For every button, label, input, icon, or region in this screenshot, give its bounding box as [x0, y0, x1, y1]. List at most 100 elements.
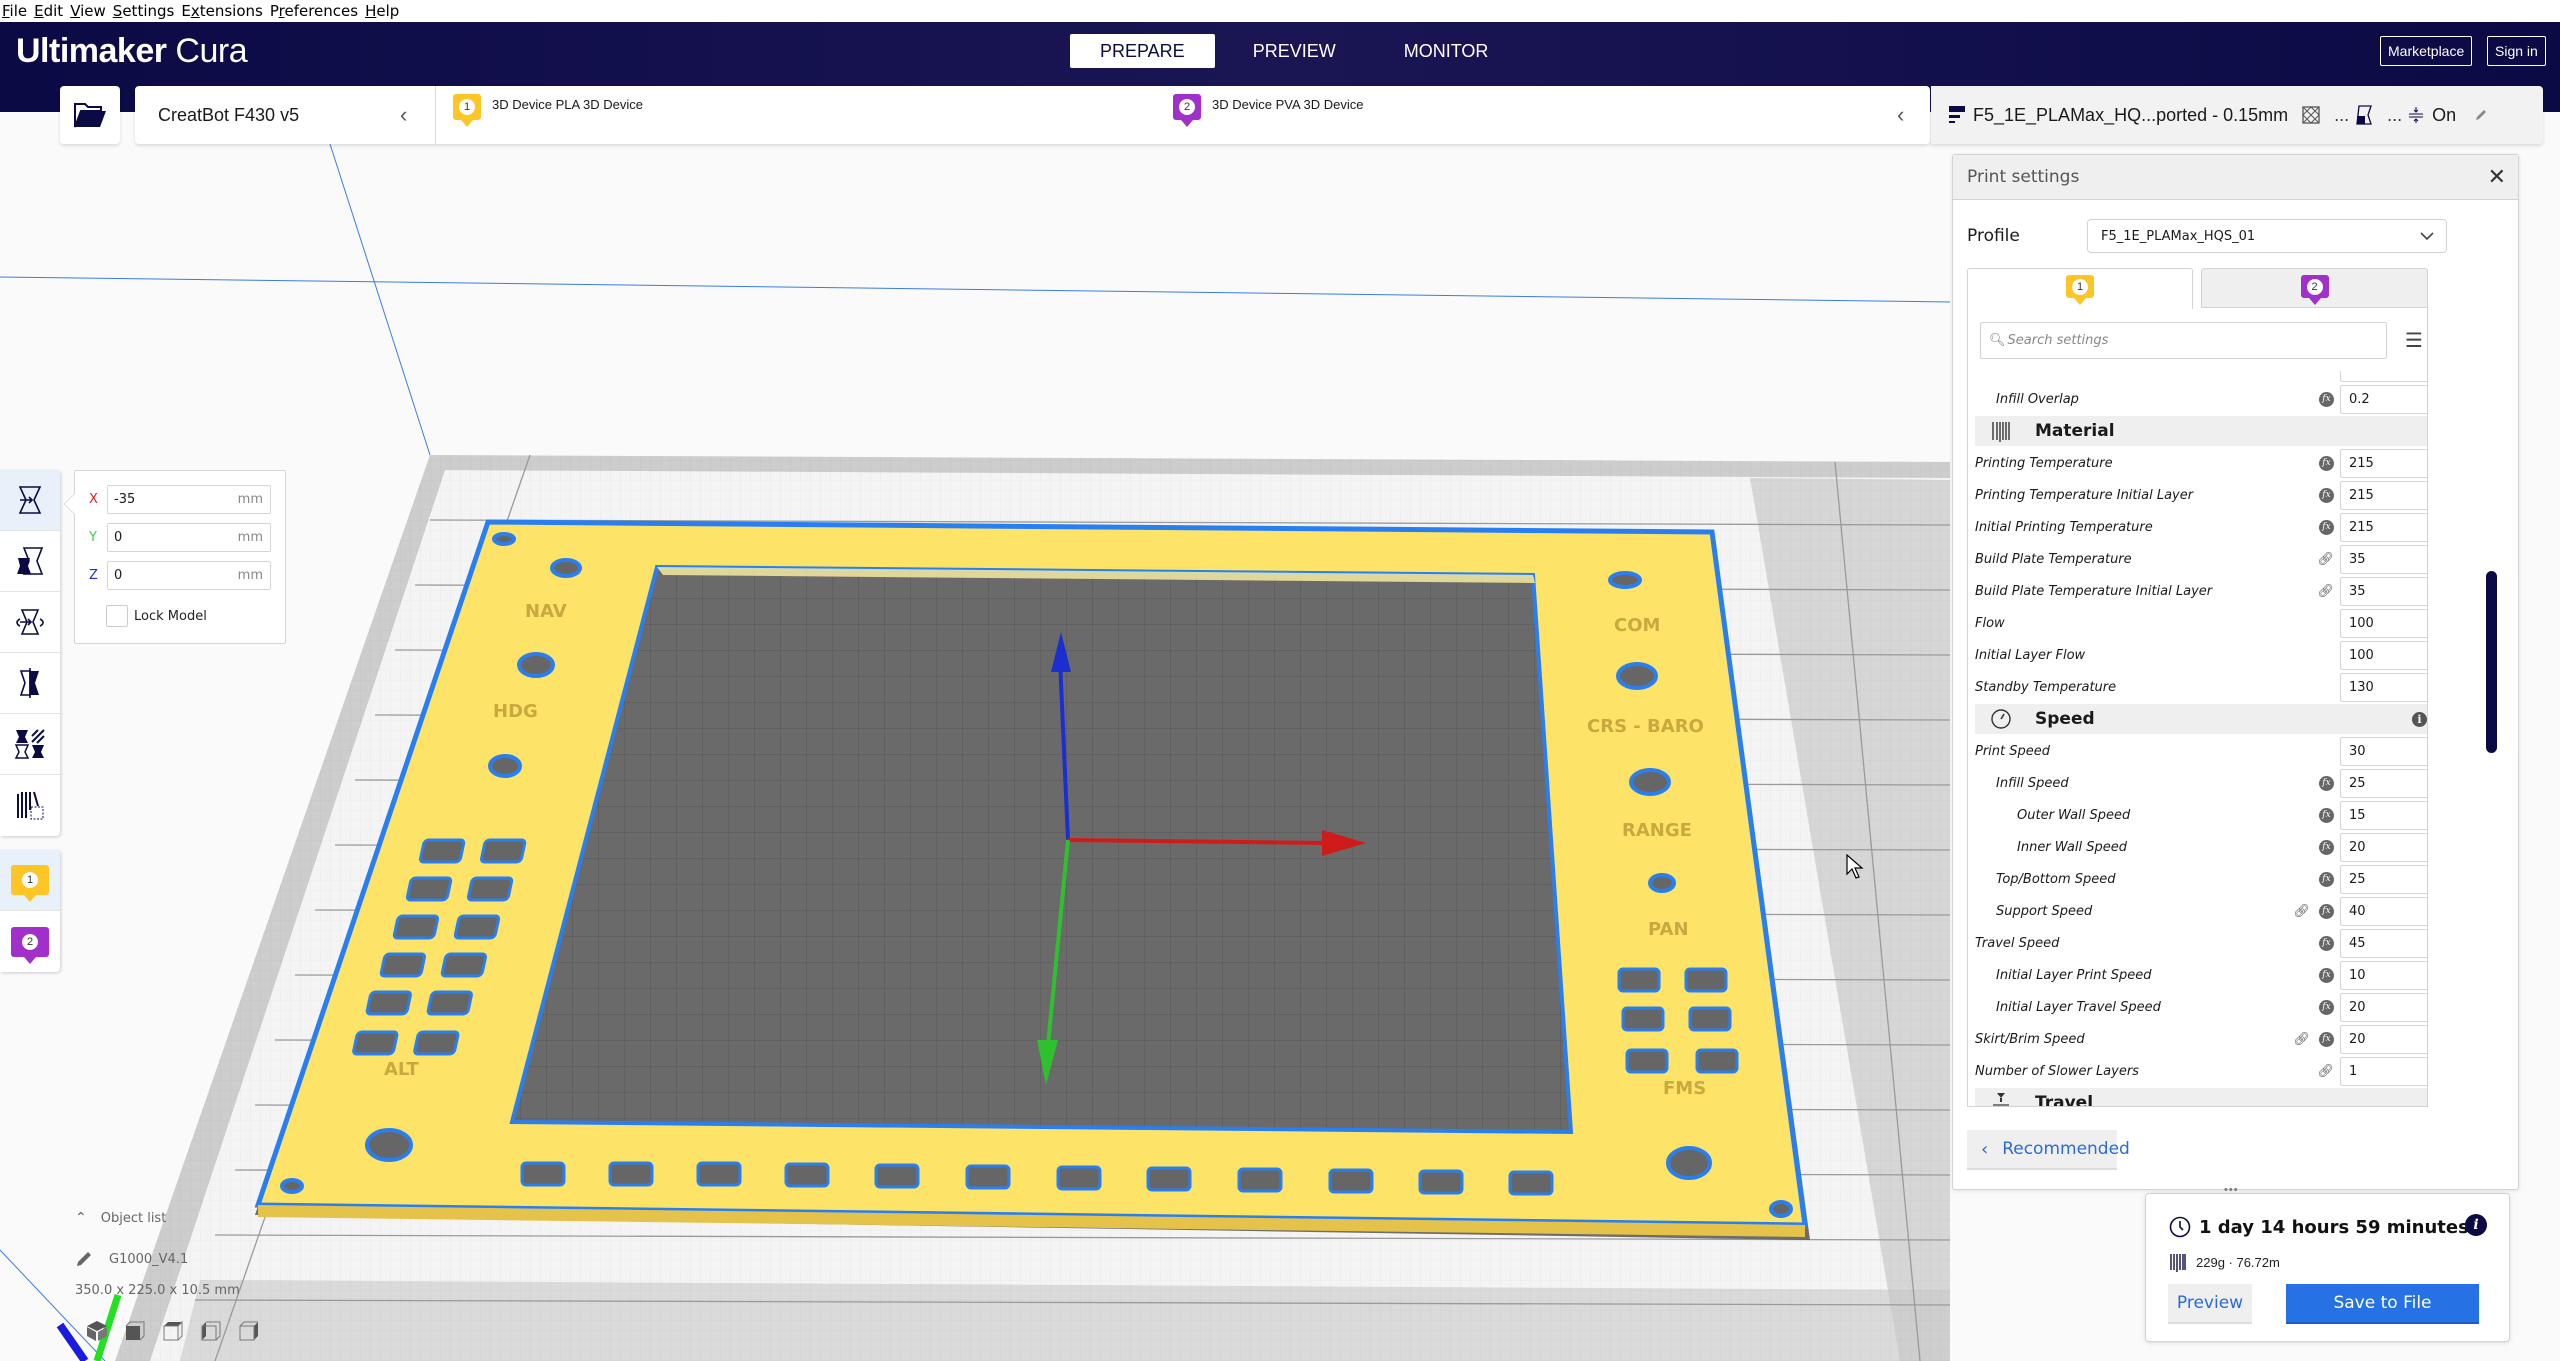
support-blocker-icon — [17, 791, 44, 819]
extruder-2-selector[interactable]: 2 3D Device PVA 3D Device — [1173, 94, 1364, 127]
support-blocker-button[interactable] — [0, 775, 60, 836]
printer-selector[interactable]: CreatBot F430 v5 — [158, 86, 299, 144]
function-icon[interactable]: fx — [2319, 935, 2334, 951]
view-top-button[interactable] — [154, 1316, 192, 1346]
function-icon[interactable]: fx — [2319, 903, 2334, 919]
setting-value-input[interactable]: 35°C — [2340, 544, 2427, 574]
per-model-settings-button[interactable] — [0, 714, 60, 775]
function-icon[interactable]: fx — [2319, 391, 2334, 407]
setting-value-input[interactable]: 1 — [2340, 1056, 2427, 1086]
menu-help[interactable]: Help — [365, 2, 399, 20]
view-right-button[interactable] — [230, 1316, 268, 1346]
category-travel[interactable]: Travel — [1975, 1088, 2427, 1106]
sign-in-button[interactable]: Sign in — [2487, 36, 2546, 66]
mirror-tool-button[interactable] — [0, 653, 60, 714]
chevron-left-icon[interactable]: ‹ — [1897, 86, 1904, 144]
settings-visibility-menu-icon[interactable]: ☰ — [2405, 328, 2423, 353]
function-icon[interactable]: fx — [2319, 775, 2334, 791]
setting-value-input[interactable]: 215°C — [2340, 512, 2427, 542]
setting-value-input[interactable]: 100% — [2340, 608, 2427, 638]
view-front-button[interactable] — [116, 1316, 154, 1346]
chevron-left-icon[interactable]: ‹ — [400, 86, 407, 144]
marketplace-button[interactable]: Marketplace — [2380, 36, 2473, 66]
linked-setting-icon[interactable]: 🔗︎ — [2317, 583, 2334, 599]
assign-extruder-1-button[interactable]: 1 — [0, 850, 60, 911]
menu-view[interactable]: View — [70, 2, 106, 20]
setting-value-input[interactable]: 25mm/s — [2340, 864, 2427, 894]
setting-status-icons: fx — [2264, 391, 2334, 407]
menu-settings[interactable]: Settings — [113, 2, 175, 20]
lock-model-checkbox[interactable] — [106, 605, 128, 627]
stage-tab-prepare[interactable]: PREPARE — [1070, 34, 1215, 68]
setting-value-input[interactable]: 215°C — [2340, 448, 2427, 478]
category-speed[interactable]: Speed i — [1975, 704, 2427, 734]
settings-list[interactable]: Extra Infill Wall Count 0 Infill Overlap… — [1968, 371, 2427, 1106]
linked-setting-icon[interactable]: 🔗︎ — [2293, 903, 2310, 919]
linked-setting-icon[interactable]: 🔗︎ — [2317, 551, 2334, 567]
print-setup-selector[interactable]: F5_1E_PLAMax_HQ...ported - 0.15mm ... ..… — [1931, 86, 2543, 144]
object-name-row[interactable]: G1000_V4.1 — [75, 1250, 188, 1268]
open-file-button[interactable] — [60, 86, 120, 144]
setting-value-input[interactable]: 25mm/s — [2340, 768, 2427, 798]
category-material[interactable]: Material — [1975, 416, 2427, 446]
menu-extensions[interactable]: Extensions — [181, 2, 262, 20]
setting-value-input[interactable]: 40mm/s — [2340, 896, 2427, 926]
setting-value-input[interactable]: 130°C — [2340, 672, 2427, 702]
function-icon[interactable]: fx — [2319, 1031, 2334, 1047]
settings-body: 🔍︎ Search settings ☰ Extra Infill Wall C… — [1967, 308, 2428, 1107]
setting-value-input[interactable]: 45mm/s — [2340, 928, 2427, 958]
linked-setting-icon[interactable]: 🔗︎ — [2317, 1063, 2334, 1079]
setting-value-input[interactable]: 100% — [2340, 640, 2427, 670]
extruder-tab-2[interactable]: 2 — [2201, 268, 2428, 308]
setting-value-input[interactable]: 10mm/s — [2340, 960, 2427, 990]
stage-tab-preview[interactable]: PREVIEW — [1223, 34, 1366, 68]
setting-value-input[interactable]: 20mm/s — [2340, 992, 2427, 1022]
move-tool-button[interactable] — [0, 470, 60, 531]
linked-setting-icon[interactable]: 🔗︎ — [2293, 1031, 2310, 1047]
setting-value-input[interactable]: 30mm/s — [2340, 736, 2427, 766]
setting-status-icons: 🔗︎ — [2264, 1063, 2334, 1079]
setting-value-input[interactable]: 20mm/s — [2340, 1024, 2427, 1054]
menu-edit[interactable]: Edit — [34, 2, 63, 20]
setting-value-input[interactable]: 20mm/s — [2340, 832, 2427, 862]
view-3d-button[interactable] — [78, 1316, 116, 1346]
setting-value-input[interactable]: 15mm/s — [2340, 800, 2427, 830]
save-to-file-button[interactable]: Save to File — [2286, 1284, 2479, 1324]
setting-value-input[interactable]: 0 — [2340, 371, 2427, 382]
z-position-input[interactable]: 0 mm — [107, 561, 271, 590]
function-icon[interactable]: fx — [2319, 487, 2334, 503]
object-list-toggle[interactable]: ⌃ Object list — [75, 1210, 166, 1226]
extruder-tab-1[interactable]: 1 — [1967, 268, 2193, 309]
menu-file[interactable]: File — [2, 2, 27, 20]
profile-dropdown[interactable]: F5_1E_PLAMax_HQS_01 — [2087, 219, 2447, 253]
scale-tool-button[interactable] — [0, 531, 60, 592]
extruder-toolbar: 1 2 — [0, 850, 60, 972]
setting-value-input[interactable]: 215°C — [2340, 480, 2427, 510]
function-icon[interactable]: fx — [2319, 967, 2334, 983]
info-icon[interactable]: i — [2412, 711, 2427, 727]
assign-extruder-2-button[interactable]: 2 — [0, 911, 60, 972]
function-icon[interactable]: fx — [2319, 455, 2334, 471]
function-icon[interactable]: fx — [2319, 999, 2334, 1015]
function-icon[interactable]: fx — [2319, 519, 2334, 535]
y-position-input[interactable]: 0 mm — [107, 523, 271, 552]
setting-value-input[interactable]: 0.2mm — [2340, 384, 2427, 414]
function-icon[interactable]: fx — [2319, 871, 2334, 887]
build-volume-edge — [0, 276, 1951, 303]
search-settings-input[interactable]: 🔍︎ Search settings — [1980, 322, 2387, 359]
view-left-button[interactable] — [192, 1316, 230, 1346]
settings-scrollbar[interactable] — [2486, 571, 2497, 753]
function-icon[interactable]: fx — [2319, 807, 2334, 823]
x-position-input[interactable]: -35 mm — [107, 485, 271, 514]
close-icon[interactable]: ✕ — [2488, 165, 2506, 190]
menu-preferences[interactable]: Preferences — [270, 2, 358, 20]
setting-value-input[interactable]: 35°C — [2340, 576, 2427, 606]
preview-button[interactable]: Preview — [2168, 1284, 2252, 1324]
info-icon[interactable]: i — [2465, 1214, 2487, 1236]
rotate-tool-button[interactable] — [0, 592, 60, 653]
stage-tab-monitor[interactable]: MONITOR — [1374, 34, 1519, 68]
extruder-1-selector[interactable]: 1 3D Device PLA 3D Device — [453, 94, 643, 127]
recommended-mode-button[interactable]: ‹ Recommended — [1967, 1130, 2130, 1170]
function-icon[interactable]: fx — [2319, 839, 2334, 855]
setting-row: Flow 100% — [1968, 607, 2427, 639]
